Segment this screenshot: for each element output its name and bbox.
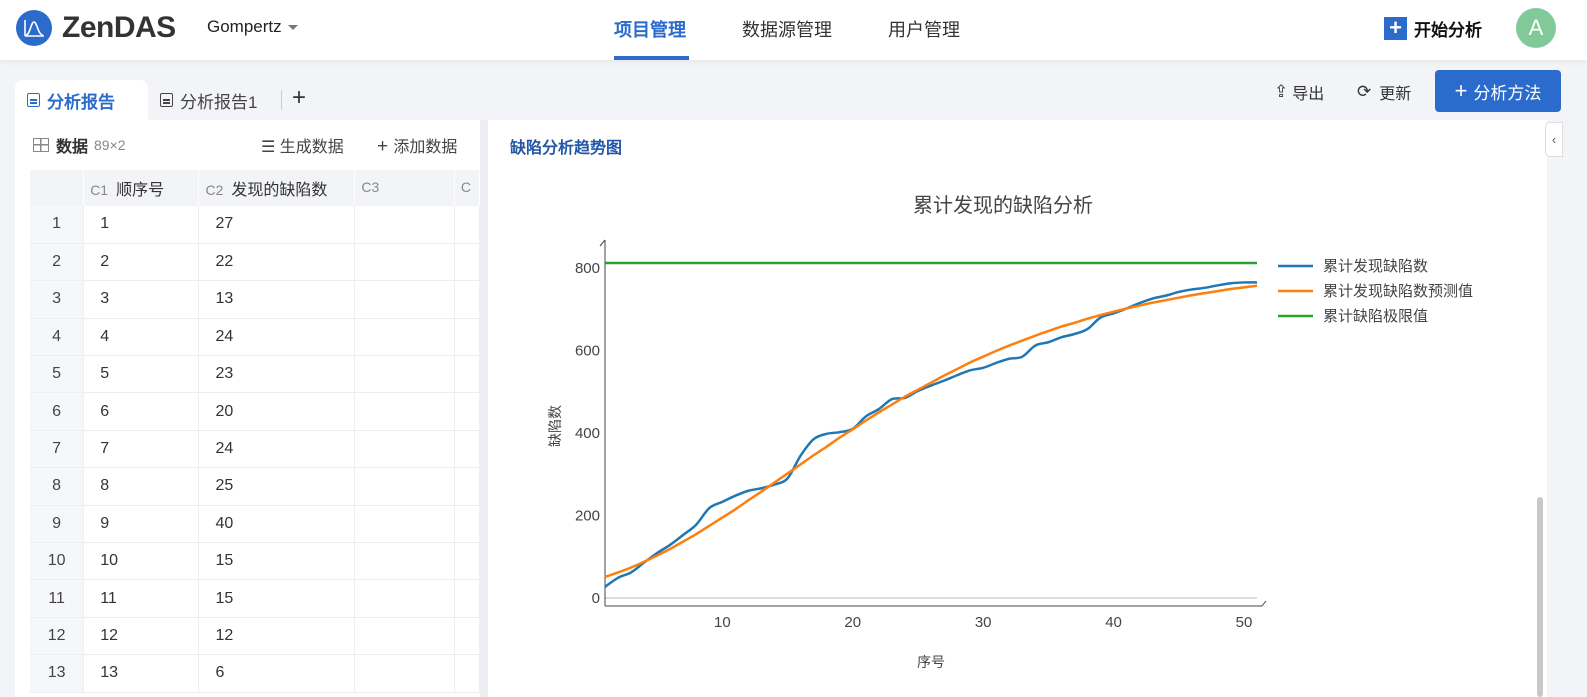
series-line-0 bbox=[604, 281, 1258, 588]
y-tick-label: 200 bbox=[575, 508, 600, 525]
avatar[interactable]: A bbox=[1516, 8, 1556, 48]
x-tick-label: 30 bbox=[975, 614, 992, 631]
caret-down-icon bbox=[287, 25, 298, 31]
y-axis-label: 缺陷数 bbox=[547, 405, 563, 447]
legend-label: 累计发现缺陷数预测值 bbox=[1323, 283, 1473, 300]
x-tick-label: 40 bbox=[1105, 614, 1122, 631]
legend-label: 累计缺陷极限值 bbox=[1323, 308, 1428, 325]
line-chart: 累计发现的缺陷分析 序号 缺陷数 0 200 400 600 800 10 20 30 40 50… bbox=[547, 194, 1473, 670]
x-tick-label: 10 bbox=[714, 614, 731, 631]
x-axis-label: 序号 bbox=[917, 654, 945, 670]
y-tick-label: 800 bbox=[575, 260, 600, 277]
x-tick-label: 50 bbox=[1236, 614, 1253, 631]
y-axis-break bbox=[599, 239, 606, 247]
nav-user-management[interactable]: 用户管理 bbox=[888, 16, 960, 42]
series-line-1 bbox=[604, 284, 1258, 579]
x-axis-break bbox=[1261, 600, 1267, 607]
legend-label: 累计发现缺陷数 bbox=[1323, 258, 1428, 275]
y-tick-label: 600 bbox=[575, 343, 600, 360]
plus-icon: + bbox=[1384, 17, 1407, 40]
y-tick-label: 400 bbox=[575, 425, 600, 442]
project-name: Gompertz bbox=[207, 17, 282, 36]
x-tick-label: 20 bbox=[844, 614, 861, 631]
start-analysis-label: 开始分析 bbox=[1414, 21, 1482, 40]
chart-title: 累计发现的缺陷分析 bbox=[913, 194, 1093, 217]
nav-datasource-management[interactable]: 数据源管理 bbox=[742, 16, 832, 42]
brand-name: ZenDAS bbox=[62, 11, 176, 44]
active-nav-indicator bbox=[614, 56, 689, 60]
zendas-logo[interactable] bbox=[16, 10, 52, 46]
start-analysis-button[interactable]: + 开始分析 bbox=[1384, 16, 1482, 41]
top-header: ZenDAS Gompertz 项目管理 数据源管理 用户管理 + 开始分析 A bbox=[0, 0, 1587, 60]
project-selector[interactable]: Gompertz bbox=[207, 17, 298, 37]
y-tick-label: 0 bbox=[592, 590, 600, 607]
nav-project-management[interactable]: 项目管理 bbox=[614, 16, 686, 42]
